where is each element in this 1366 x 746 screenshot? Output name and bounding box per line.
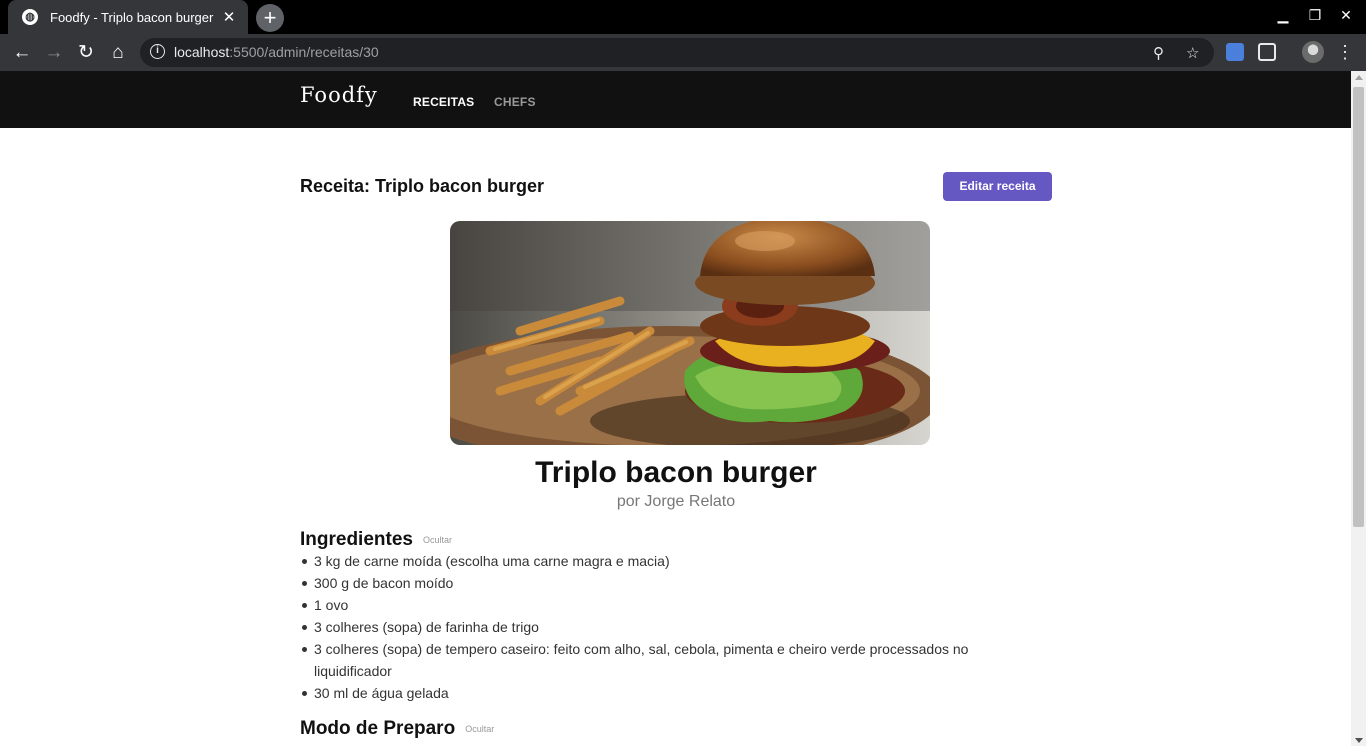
site-logo[interactable]: Foodfy <box>300 83 378 107</box>
scroll-up-icon[interactable] <box>1355 75 1363 80</box>
recipe-title: Triplo bacon burger <box>535 456 817 489</box>
globe-icon: ◍ <box>22 9 38 25</box>
address-bar[interactable]: i localhost:5500/admin/receitas/30 ⚲ ☆ <box>140 38 1214 67</box>
recipe-photo <box>450 221 930 445</box>
page-scrollbar[interactable] <box>1351 71 1366 746</box>
site-info-icon[interactable]: i <box>150 44 165 59</box>
zoom-icon[interactable]: ⚲ <box>1153 44 1164 62</box>
ingredient-item: 1 ovo <box>300 594 1000 616</box>
edit-recipe-button[interactable]: Editar receita <box>943 172 1052 201</box>
page-title: Receita: Triplo bacon burger <box>300 176 545 196</box>
preparation-toggle-link[interactable]: Ocultar <box>465 724 494 734</box>
url-text[interactable]: localhost:5500/admin/receitas/30 <box>174 44 379 60</box>
translate-extension-icon[interactable] <box>1226 43 1244 61</box>
preparation-heading-label: Modo de Preparo <box>300 718 456 739</box>
minimize-window-icon[interactable]: ▁ <box>1273 7 1293 24</box>
ingredient-item: 3 kg de carne moída (escolha uma carne m… <box>300 550 1000 572</box>
bookmark-star-icon[interactable]: ☆ <box>1186 44 1199 62</box>
back-arrow-icon[interactable]: ← <box>10 41 34 65</box>
restore-window-icon[interactable]: ❐ <box>1305 7 1325 24</box>
ingredients-toggle-link[interactable]: Ocultar <box>423 535 452 545</box>
ingredient-item: 30 ml de água gelada <box>300 682 1000 704</box>
nav-link-chefs[interactable]: CHEFS <box>494 95 536 109</box>
scroll-down-icon[interactable] <box>1355 738 1363 743</box>
forward-arrow-icon[interactable]: → <box>42 41 66 65</box>
nav-link-receitas[interactable]: RECEITAS <box>413 95 474 109</box>
ingredients-list: 3 kg de carne moída (escolha uma carne m… <box>300 550 1000 704</box>
tab-title: Foodfy - Triplo bacon burger <box>50 9 214 25</box>
recipe-author: por Jorge Relato <box>616 493 736 510</box>
browser-tabstrip: ◍ Foodfy - Triplo bacon burger ✕ + ▁ ❐ ✕ <box>0 0 1366 34</box>
reload-icon[interactable]: ↻ <box>74 41 98 65</box>
scroll-thumb[interactable] <box>1353 87 1364 527</box>
browser-toolbar: ← → ↻ ⌂ i localhost:5500/admin/receitas/… <box>0 34 1366 71</box>
ingredients-heading: Ingredientes Ocultar <box>300 529 452 551</box>
home-icon[interactable]: ⌂ <box>106 41 130 65</box>
site-header: Foodfy RECEITAS CHEFS <box>0 71 1351 128</box>
media-extension-icon[interactable] <box>1258 43 1276 61</box>
burger-photo-illustration <box>450 221 930 445</box>
browser-tab[interactable]: ◍ Foodfy - Triplo bacon burger ✕ <box>8 0 248 34</box>
browser-menu-icon[interactable]: ⋮ <box>1336 42 1354 63</box>
ingredient-item: 3 colheres (sopa) de tempero caseiro: fe… <box>300 638 1000 682</box>
profile-avatar[interactable] <box>1302 41 1324 63</box>
ingredient-item: 3 colheres (sopa) de farinha de trigo <box>300 616 1000 638</box>
close-window-icon[interactable]: ✕ <box>1336 7 1356 24</box>
ingredient-item: 300 g de bacon moído <box>300 572 1000 594</box>
close-tab-icon[interactable]: ✕ <box>220 8 238 26</box>
preparation-heading: Modo de Preparo Ocultar <box>300 718 494 740</box>
new-tab-button[interactable]: + <box>256 4 284 32</box>
ingredients-heading-label: Ingredientes <box>300 529 413 550</box>
